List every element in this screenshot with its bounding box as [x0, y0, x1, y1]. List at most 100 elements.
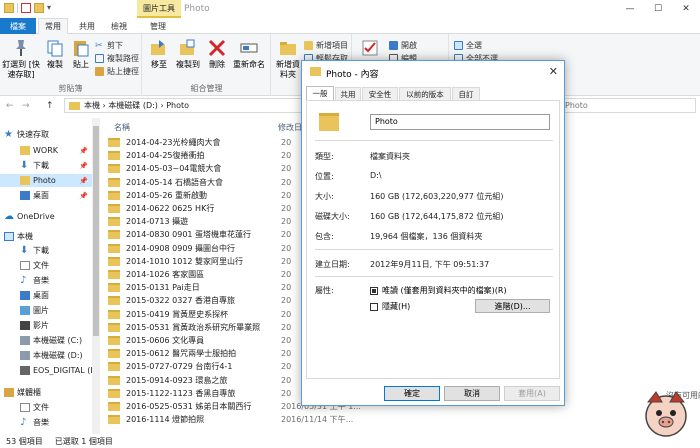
tab-previous-versions[interactable]: 以前的版本 [399, 87, 451, 100]
nav-item-label: Photo [33, 176, 56, 185]
file-name: 2014-05-03~04電競大會 [126, 164, 222, 174]
apply-button[interactable]: 套用(A) [504, 386, 560, 401]
tab-file[interactable]: 檔案 [0, 18, 36, 34]
close-button[interactable]: ✕ [672, 0, 700, 18]
folder-icon [108, 177, 120, 187]
dialog-title-bar[interactable]: Photo - 內容 ✕ [302, 61, 564, 83]
folder-icon [108, 164, 120, 174]
folder-icon [108, 138, 120, 147]
nav-item-photo[interactable]: Photo 📌 [0, 174, 92, 187]
tab-general[interactable]: 一般 [306, 86, 334, 100]
paste-button[interactable]: 貼上 [68, 38, 94, 70]
nav-pc-music[interactable]: ♪ 音樂 [0, 274, 92, 287]
table-row[interactable]: 2016-1114 燈節拍照 2016/11/14 下午... [108, 413, 698, 426]
download-icon: ⬇ [20, 160, 29, 171]
nav-pc-documents[interactable]: 文件 [0, 259, 92, 272]
nav-item-label: 桌面 [33, 191, 49, 200]
nav-drive-d[interactable]: 本機磁碟 (D:) [0, 349, 92, 362]
created-label: 建立日期: [315, 260, 350, 269]
picture-tools-tab[interactable]: 圖片工具 [137, 0, 181, 18]
nav-item-label: 下載 [33, 161, 49, 170]
pin-to-quick-access-button[interactable]: 釘選到 [快速存取] [2, 38, 40, 80]
clipboard-group-label: 剪貼簿 [58, 84, 83, 93]
copy-button[interactable]: 複製 [42, 38, 68, 70]
properties-icon[interactable] [21, 3, 31, 13]
folder-name-field[interactable]: Photo [370, 114, 550, 130]
nav-onedrive[interactable]: ☁ OneDrive [4, 210, 96, 223]
tab-sharing[interactable]: 共用 [335, 87, 361, 100]
advanced-button[interactable]: 進階(D)... [475, 299, 550, 313]
scrollbar-thumb[interactable] [93, 126, 99, 336]
new-folder-button[interactable]: 新增資料夾 [274, 38, 302, 80]
nav-scrollbar[interactable] [92, 118, 100, 434]
nav-drive-f[interactable]: EOS_DIGITAL (F [0, 364, 95, 377]
nav-lib-documents[interactable]: 文件 [0, 401, 92, 414]
back-button[interactable]: ← [6, 101, 14, 111]
paste-shortcut-icon [95, 67, 104, 76]
file-date: 20 [281, 138, 292, 147]
paste-shortcut-button[interactable]: 貼上捷徑 [95, 66, 139, 77]
select-all-button[interactable]: 全選 [454, 40, 482, 51]
nav-item-desktop[interactable]: 桌面 📌 [0, 189, 92, 202]
cloud-icon: ☁ [4, 211, 14, 222]
document-icon [20, 261, 30, 270]
open-button[interactable]: 開啟 [389, 40, 417, 51]
forward-button[interactable]: → [22, 101, 30, 111]
pin-icon: 📌 [79, 176, 88, 185]
readonly-checkbox[interactable]: 唯讀 (僅套用到資料夾中的檔案)(R) [370, 285, 507, 296]
file-date: 20 [281, 177, 292, 187]
clipboard-group: 釘選到 [快速存取] 複製 貼上 ✂ 剪下 複製路徑 貼上捷徑 剪貼簿 [0, 34, 142, 96]
nav-libraries[interactable]: 媒體櫃 [4, 386, 96, 399]
dialog-close-button[interactable]: ✕ [549, 65, 558, 78]
folder-icon [108, 296, 120, 306]
tab-manage[interactable]: 管理 [140, 18, 176, 34]
ok-button[interactable]: 確定 [384, 386, 440, 401]
copy-to-button[interactable]: 複製到 [173, 38, 203, 70]
copy-to-icon [180, 39, 195, 55]
delete-button[interactable]: 刪除 [205, 38, 229, 70]
up-button[interactable]: ↑ [46, 101, 54, 111]
folder-icon [69, 101, 80, 110]
nav-drive-c[interactable]: 本機磁碟 (C:) [0, 334, 92, 347]
nav-pc-downloads[interactable]: ⬇ 下載 [0, 244, 92, 257]
tab-home[interactable]: 常用 [38, 18, 68, 35]
nav-quick-access[interactable]: ★ 快速存取 [4, 128, 96, 141]
hidden-checkbox[interactable]: 隱藏(H) [370, 301, 410, 312]
maximize-button[interactable]: ☐ [644, 0, 672, 18]
properties-dialog: Photo - 內容 ✕ 一般 共用 安全性 以前的版本 自訂 Photo 類型… [301, 60, 565, 406]
nav-item-downloads[interactable]: ⬇ 下載 📌 [0, 159, 92, 172]
nav-pc-desktop[interactable]: 桌面 [0, 289, 92, 302]
tab-share[interactable]: 共用 [72, 18, 102, 34]
file-name: 2014-04-23光柃繩肉大會 [126, 138, 221, 147]
nav-lib-music[interactable]: ♪ 音樂 [0, 416, 92, 429]
column-header-date[interactable]: 修改日 [278, 122, 302, 133]
search-input[interactable]: Photo [560, 98, 696, 113]
cancel-button[interactable]: 取消 [444, 386, 500, 401]
nav-pc-videos[interactable]: 影片 [0, 319, 92, 332]
column-header-name[interactable]: 名稱 [114, 122, 130, 133]
file-name: 2014-0622 0625 HK行 [126, 204, 215, 213]
select-all-label: 全選 [466, 41, 482, 50]
nav-item-work[interactable]: WORK 📌 [0, 144, 92, 157]
new-folder-icon[interactable] [34, 3, 44, 13]
file-name: 2016-1114 燈節拍照 [126, 415, 205, 425]
copy-to-label: 複製到 [176, 60, 200, 69]
cut-label: 剪下 [107, 41, 123, 50]
nav-this-pc[interactable]: 本機 [4, 230, 96, 243]
nav-item-label: 影片 [33, 321, 49, 330]
tab-view[interactable]: 檢視 [104, 18, 134, 34]
tab-customize[interactable]: 自訂 [452, 87, 480, 100]
window-controls: — ☐ ✕ [616, 0, 700, 18]
breadcrumb[interactable]: 本機 › 本機磁碟 (D:) › Photo [84, 100, 189, 111]
move-to-button[interactable]: 移至 [145, 38, 173, 70]
minimize-button[interactable]: — [616, 0, 644, 18]
cut-button[interactable]: ✂ 剪下 [95, 40, 123, 51]
rename-button[interactable]: 重新命名 [231, 38, 267, 70]
drive-icon [20, 336, 30, 345]
copy-path-button[interactable]: 複製路徑 [95, 53, 139, 64]
new-item-button[interactable]: 新增項目 [304, 40, 348, 51]
nav-pc-pictures[interactable]: 圖片 [0, 304, 92, 317]
customize-toolbar-icon[interactable]: ▾ [47, 3, 57, 13]
tab-security[interactable]: 安全性 [362, 87, 398, 100]
properties-button[interactable] [355, 38, 385, 60]
